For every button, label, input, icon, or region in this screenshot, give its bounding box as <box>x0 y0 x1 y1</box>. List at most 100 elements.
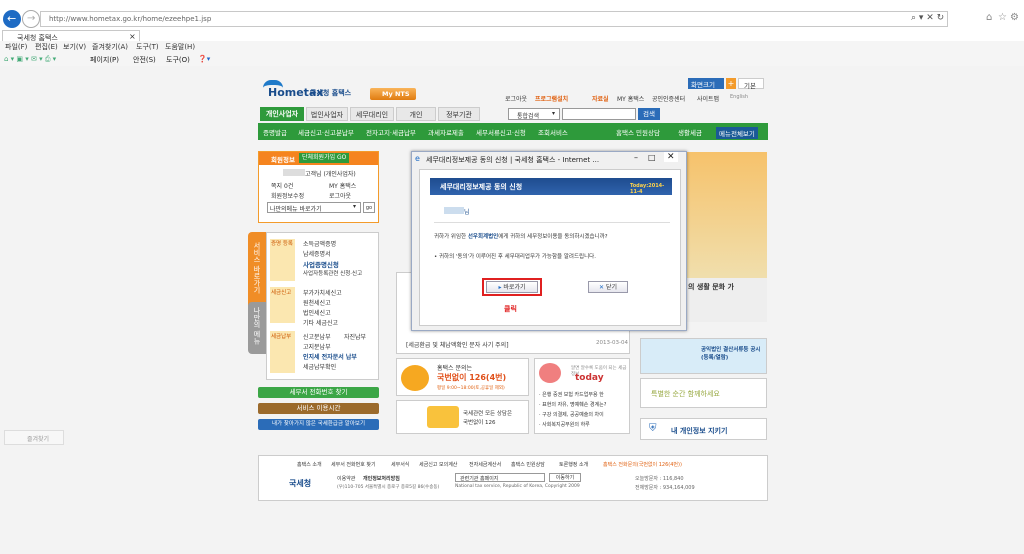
help-icon[interactable]: ❓▾ <box>198 55 210 63</box>
link-vat-report[interactable]: 부가가치세신고 <box>303 288 342 297</box>
footer-link[interactable]: 세무서 전화번호 찾기 <box>331 461 376 468</box>
subnav-cert[interactable]: 증명발급 <box>263 127 287 137</box>
tab-tax-agent[interactable]: 세무대리인 <box>350 107 394 121</box>
link-program-install[interactable]: 프로그램설치 <box>535 94 568 103</box>
link-notice-payment[interactable]: 고지분납부 <box>303 342 331 351</box>
close-button-label: 닫기 <box>605 284 617 291</box>
link-logout[interactable]: 로그아웃 <box>505 94 527 103</box>
privacy-banner[interactable]: ⛨ 내 개인정보 지키기 <box>640 418 767 440</box>
subnav-report[interactable]: 세금신고·신고분납부 <box>298 127 354 137</box>
link-income-cert[interactable]: 소득금액증명 <box>303 239 336 248</box>
footer-link[interactable]: 세무서식 <box>391 461 409 468</box>
tab-personal[interactable]: 개인 <box>396 107 436 121</box>
footer-link[interactable]: 세금신고 모의계산 <box>419 461 457 468</box>
move-button[interactable]: 이동하기 <box>549 473 581 482</box>
today-item-2[interactable]: · 표현의 자유, 명예훼손 경계는? <box>539 401 606 408</box>
tab-individual-business[interactable]: 개인사업자 <box>260 107 304 121</box>
subnav-all-menu[interactable]: 메뉴전체보기 <box>716 127 758 139</box>
home-icon[interactable]: ⌂ <box>986 12 992 23</box>
close-window-icon[interactable]: ✕ <box>664 152 678 162</box>
zoom-in-button[interactable]: + <box>726 78 736 89</box>
search-icon[interactable]: ⌕ ▾ ✕ ↻ <box>911 13 944 23</box>
menu-favorites[interactable]: 즐겨찾기(A) <box>92 42 128 52</box>
link-corp-report[interactable]: 법인세신고 <box>303 308 331 317</box>
subnav-request[interactable]: 세무서류신고·신청 <box>476 127 526 137</box>
member-edit-info[interactable]: 회원정보수정 <box>271 191 304 200</box>
search-button[interactable]: 검색 <box>638 108 660 120</box>
footer-link[interactable]: 홈택스 소개 <box>297 461 322 468</box>
maximize-icon[interactable]: □ <box>648 153 656 162</box>
search-input[interactable] <box>562 108 636 120</box>
cmd-tools[interactable]: 도구(O) <box>166 55 190 65</box>
address-bar[interactable]: http://www.hometax.go.kr/home/ezeehpe1.j… <box>40 11 948 27</box>
member-logout[interactable]: 로그아웃 <box>329 191 351 200</box>
tab-corporation[interactable]: 법인사업자 <box>306 107 348 121</box>
today-item-3[interactable]: · 구강 의결제, 공공예술의 차이 <box>539 411 604 418</box>
tax-office-phone-button[interactable]: 세무서 전화번호 찾기 <box>258 387 379 398</box>
today-item-4[interactable]: · 사회복지공무원의 하루 <box>539 421 590 428</box>
link-english[interactable]: English <box>730 94 748 100</box>
footer-link[interactable]: 토론행정 소개 <box>559 461 588 468</box>
link-self-payment[interactable]: 자진납부 <box>344 332 366 341</box>
footer-link[interactable]: 전자세금계산서 <box>469 461 501 468</box>
subnav-inquiry[interactable]: 조회서비스 <box>538 127 568 137</box>
subnav-data[interactable]: 과세자료제출 <box>428 127 464 137</box>
footer-privacy-policy[interactable]: 개인정보처리방침 <box>363 475 400 482</box>
gear-icon[interactable]: ⚙ <box>1010 12 1019 23</box>
member-my-hometax[interactable]: MY 홈택스 <box>329 181 356 190</box>
member-messages[interactable]: 쪽지 0건 <box>271 181 293 190</box>
notice-item[interactable]: [세금환급 및 체납액확인 문자 사기 주의] <box>406 340 509 349</box>
tab-government[interactable]: 정부기관 <box>438 107 480 121</box>
zoom-reset-button[interactable]: 기본 <box>738 78 764 90</box>
minimize-icon[interactable]: – <box>634 153 638 162</box>
close-button[interactable]: ✕ 닫기 <box>588 281 628 293</box>
menu-file[interactable]: 파일(F) <box>5 42 27 52</box>
my-menu-tab[interactable]: 나만의 메뉴 <box>248 302 266 354</box>
subnav-counsel[interactable]: 홈택스 민원상담 <box>616 127 660 137</box>
footer-terms[interactable]: 이용약관 <box>337 475 355 482</box>
refund-lookup-button[interactable]: 내가 찾아가지 않은 국세환급금 알아보기 <box>258 419 379 430</box>
link-business-cert[interactable]: 사업증명신청 <box>303 259 339 269</box>
my-nts-button[interactable]: My NTS <box>370 88 416 100</box>
link-tax-cert[interactable]: 납세증명서 <box>303 249 331 258</box>
favorites-star-icon[interactable]: ☆ <box>998 12 1007 23</box>
link-my-hometax[interactable]: MY 홈택스 <box>617 94 644 103</box>
forward-button[interactable]: → <box>22 10 40 28</box>
link-archive[interactable]: 자료실 <box>592 94 609 103</box>
service-shortcut-label: 서비스 바로가기 <box>253 242 261 294</box>
link-business-registration[interactable]: 사업자등록관련 신청·신고 <box>303 269 362 277</box>
group-signup-button[interactable]: 단체회원가입 GO <box>299 153 350 163</box>
my-menu-select[interactable]: 나만의메뉴 바로가기 ▾ <box>267 202 361 213</box>
close-tab-icon[interactable]: × <box>129 32 136 41</box>
menu-tools[interactable]: 도구(T) <box>136 42 159 52</box>
link-cert-center[interactable]: 공인인증센터 <box>652 94 685 103</box>
menu-help[interactable]: 도움말(H) <box>165 42 195 52</box>
link-other-report[interactable]: 기타 세금신고 <box>303 318 338 327</box>
subnav-payment[interactable]: 전자고지·세금납부 <box>366 127 416 137</box>
footer-link[interactable]: 홈택스 전화문의(국번없이 126(4번)) <box>603 461 682 468</box>
menu-view[interactable]: 보기(V) <box>63 42 86 52</box>
go-button[interactable]: ▸ 바로가기 <box>486 281 538 293</box>
link-payment-check[interactable]: 세금납부확인 <box>303 362 336 371</box>
public-disclosure-banner[interactable]: 공익법인 결산서류등 공시 (등록/열람) <box>640 338 767 374</box>
cmd-page[interactable]: 페이지(P) <box>90 55 119 65</box>
link-withholding-report[interactable]: 원천세신고 <box>303 298 331 307</box>
service-hours-button[interactable]: 서비스 이용시간 <box>258 403 379 414</box>
my-menu-go-button[interactable]: go <box>363 202 375 213</box>
footer-link[interactable]: 홈택스 민원상담 <box>511 461 545 468</box>
related-sites-select[interactable]: 관련기관 홈페이지 <box>455 473 545 482</box>
home-cmd-icon[interactable]: ⌂ ▾ ▣ ▾ ✉ ▾ ⎙ ▾ <box>4 55 56 64</box>
slogan-banner[interactable]: 특별한 순간 함께하세요 <box>640 378 767 408</box>
link-report-payment[interactable]: 신고분납부 <box>303 332 331 341</box>
today-item-1[interactable]: · 은행 중권 보험 카드업무용 한 <box>539 391 604 398</box>
culture-banner[interactable]: 의 생활 문화 가 <box>684 278 767 322</box>
search-scope-select[interactable]: 통합검색 ▾ <box>508 108 560 120</box>
menu-edit[interactable]: 편집(E) <box>35 42 58 52</box>
cmd-safety[interactable]: 안전(S) <box>133 55 156 65</box>
my-menu-value: 나만의메뉴 바로가기 <box>270 206 322 213</box>
link-sitemap[interactable]: 사이트맵 <box>697 94 719 103</box>
back-button[interactable]: ← <box>3 10 21 28</box>
side-favorites-panel[interactable]: 즐겨찾기 <box>4 430 64 445</box>
link-stamp-tax[interactable]: 인지세 전자문서 납부 <box>303 352 357 361</box>
subnav-living-tax[interactable]: 생활세금 <box>678 127 702 137</box>
